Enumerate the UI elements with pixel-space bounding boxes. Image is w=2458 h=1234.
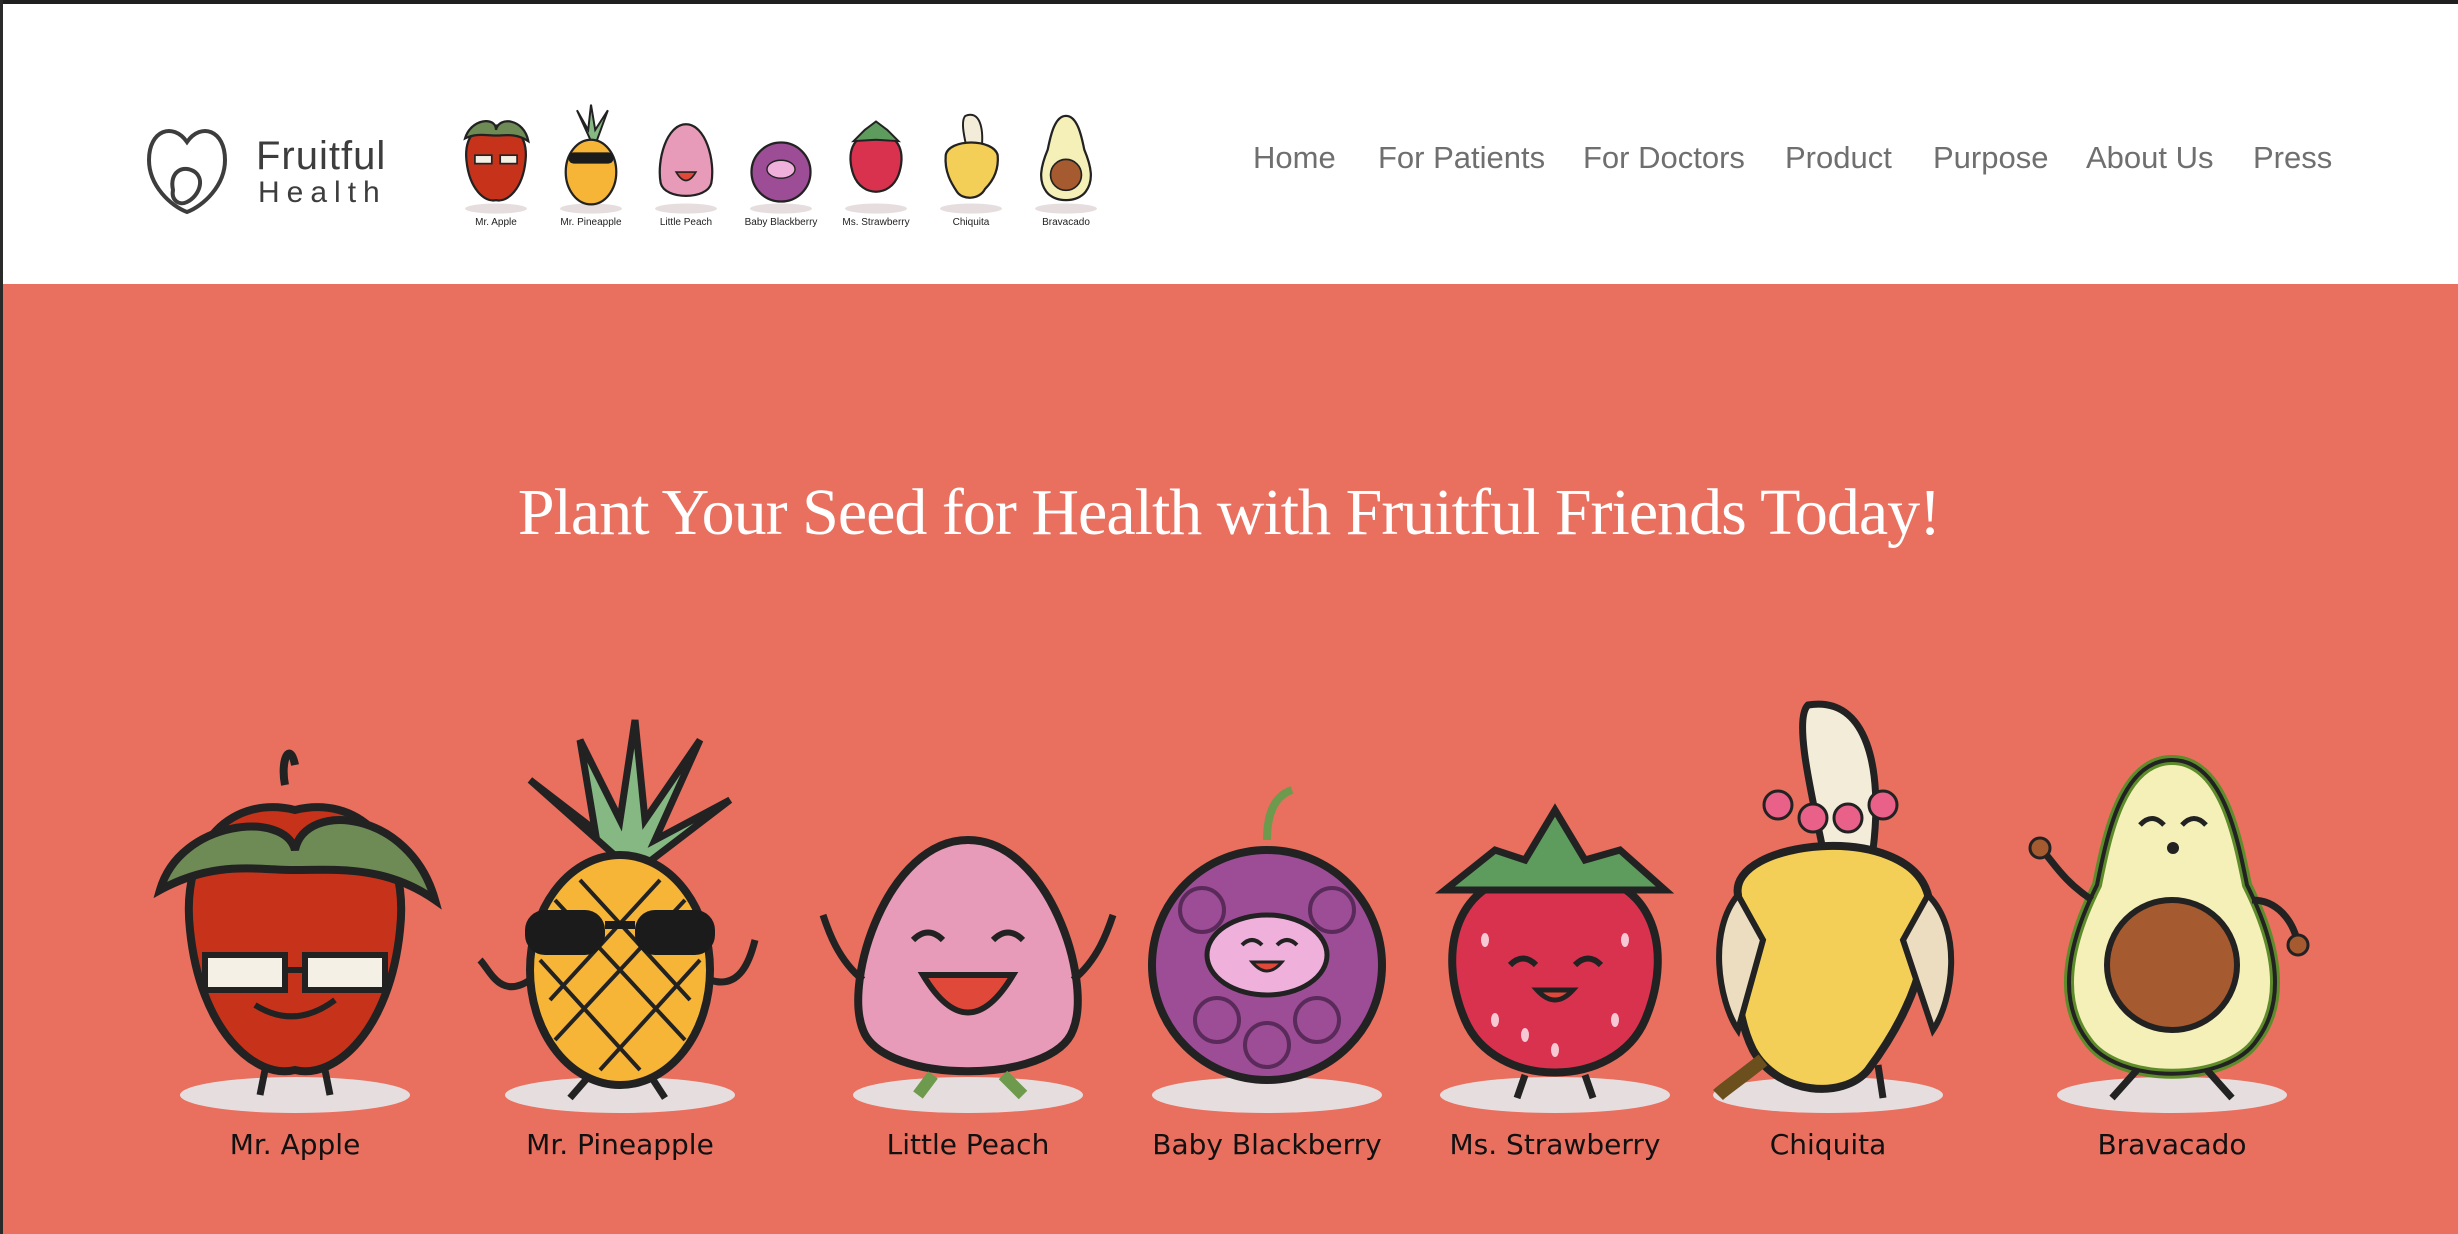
- mini-banana: Chiquita: [926, 99, 1016, 234]
- banana-character-icon: [1713, 700, 1955, 1113]
- hero-title: Plant Your Seed for Health with Fruitful…: [517, 476, 1941, 549]
- brand-logo[interactable]: Fruitful Health: [143, 120, 403, 220]
- brand-name-line1: Fruitful: [256, 134, 387, 178]
- nav-purpose[interactable]: Purpose: [1933, 140, 2048, 176]
- character-little-peach: Little Peach: [818, 700, 1118, 1170]
- brand-name-line2: Health: [258, 176, 387, 209]
- blackberry-character-icon: [1148, 786, 1386, 1113]
- character-name-label: Bravacado: [2097, 1128, 2247, 1161]
- character-baby-blackberry: Baby Blackberry: [1117, 700, 1417, 1170]
- mini-label: Chiquita: [952, 217, 990, 228]
- mini-label: Mr. Pineapple: [560, 217, 622, 228]
- mini-label: Ms. Strawberry: [842, 217, 910, 228]
- nav-product[interactable]: Product: [1785, 140, 1892, 176]
- peach-mini-icon: [655, 123, 717, 214]
- nav-press[interactable]: Press: [2253, 140, 2332, 176]
- nav-about-us[interactable]: About Us: [2086, 140, 2214, 176]
- mini-label: Little Peach: [659, 217, 713, 228]
- avocado-character-icon: [2028, 754, 2310, 1113]
- mini-blackberry: Baby Blackberry: [736, 99, 826, 234]
- character-name-label: Baby Blackberry: [1152, 1128, 1382, 1161]
- character-ms-strawberry: Ms. Strawberry: [1405, 700, 1705, 1170]
- mini-pineapple: Mr. Pineapple: [546, 99, 636, 234]
- nav-for-patients[interactable]: For Patients: [1378, 140, 1545, 176]
- strawberry-mini-icon: [845, 120, 907, 214]
- character-name-label: Chiquita: [1769, 1128, 1887, 1161]
- mini-apple: Mr. Apple: [451, 99, 541, 234]
- mini-peach: Little Peach: [641, 99, 731, 234]
- heart-logo-icon: [146, 129, 228, 215]
- character-name-label: Ms. Strawberry: [1449, 1128, 1661, 1161]
- character-name-label: Little Peach: [886, 1128, 1050, 1161]
- nav-for-doctors[interactable]: For Doctors: [1583, 140, 1745, 176]
- peach-character-icon: [819, 835, 1117, 1113]
- mini-label: Baby Blackberry: [744, 217, 818, 228]
- banana-mini-icon: [940, 113, 1002, 214]
- apple-character-icon: [153, 749, 442, 1113]
- blackberry-mini-icon: [750, 141, 812, 214]
- character-chiquita: Chiquita: [1678, 700, 1978, 1170]
- character-name-label: Mr. Pineapple: [526, 1128, 714, 1161]
- character-name-label: Mr. Apple: [229, 1128, 361, 1161]
- character-bravacado: Bravacado: [2022, 700, 2322, 1170]
- mini-avocado: Bravacado: [1021, 99, 1111, 234]
- nav-home[interactable]: Home: [1253, 140, 1336, 176]
- mini-label: Bravacado: [1042, 217, 1090, 228]
- character-mr-apple: Mr. Apple: [145, 700, 445, 1170]
- avocado-mini-icon: [1035, 114, 1097, 214]
- mini-label: Mr. Apple: [475, 217, 517, 228]
- apple-mini-icon: [463, 120, 530, 214]
- pineapple-character-icon: [477, 719, 759, 1113]
- character-mr-pineapple: Mr. Pineapple: [470, 700, 770, 1170]
- site-header: Fruitful Health Mr. Apple Mr. Pineapple: [3, 4, 2458, 284]
- pineapple-mini-icon: [560, 104, 622, 214]
- strawberry-character-icon: [1435, 803, 1675, 1113]
- mini-characters-strip: Mr. Apple Mr. Pineapple Little Peach Bab…: [451, 99, 1101, 234]
- mini-strawberry: Ms. Strawberry: [831, 99, 921, 234]
